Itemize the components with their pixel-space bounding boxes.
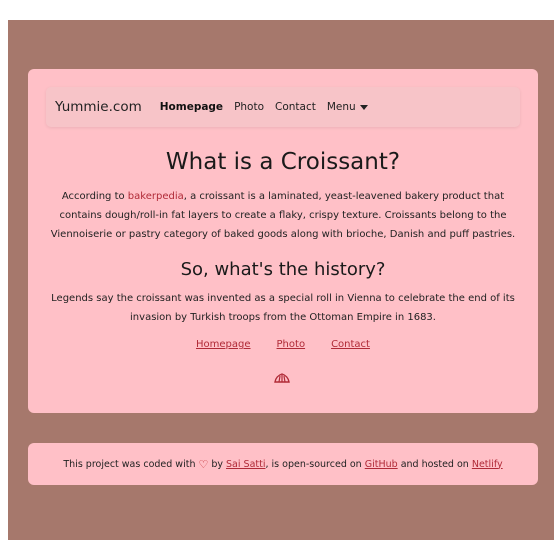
heart-icon: ♡: [198, 457, 209, 471]
footer-text-3: , is open-sourced on: [265, 458, 362, 470]
bakerpedia-link[interactable]: bakerpedia: [128, 191, 184, 202]
history-paragraph: Legends say the croissant was invented a…: [51, 293, 515, 323]
intro-paragraph: According to bakerpedia, a croissant is …: [40, 187, 526, 244]
croissant-icon: [274, 373, 290, 383]
netlify-link[interactable]: Netlify: [472, 459, 503, 470]
navbar: Yummie.com Homepage Photo Contact Menu: [46, 87, 520, 127]
link-photo[interactable]: Photo: [277, 339, 306, 350]
footer-text-4: and hosted on: [400, 458, 469, 470]
footer-text-1: This project was coded with: [63, 458, 196, 470]
history-heading: So, what's the history?: [180, 259, 386, 280]
nav-item-homepage[interactable]: Homepage: [160, 101, 223, 113]
main-card: Yummie.com Homepage Photo Contact Menu W…: [28, 69, 538, 413]
footer: This project was coded with ♡ by Sai Sat…: [28, 443, 538, 485]
page-links: Homepage Photo Contact: [28, 339, 538, 350]
author-link[interactable]: Sai Satti: [226, 459, 265, 470]
link-homepage[interactable]: Homepage: [196, 339, 251, 350]
github-link[interactable]: GitHub: [365, 459, 398, 470]
page-title: What is a Croissant?: [165, 149, 401, 175]
nav-item-menu-dropdown[interactable]: Menu: [327, 101, 368, 113]
nav-item-photo[interactable]: Photo: [234, 101, 264, 113]
link-contact[interactable]: Contact: [331, 339, 370, 350]
nav-item-contact[interactable]: Contact: [275, 101, 316, 113]
nav-links: Homepage Photo Contact Menu: [160, 101, 368, 113]
caret-down-icon: [359, 104, 368, 110]
brand-logo[interactable]: Yummie.com: [55, 99, 142, 115]
intro-text-before: According to: [61, 191, 128, 202]
nav-item-menu-label: Menu: [326, 101, 356, 113]
footer-text-2: by: [211, 458, 223, 470]
